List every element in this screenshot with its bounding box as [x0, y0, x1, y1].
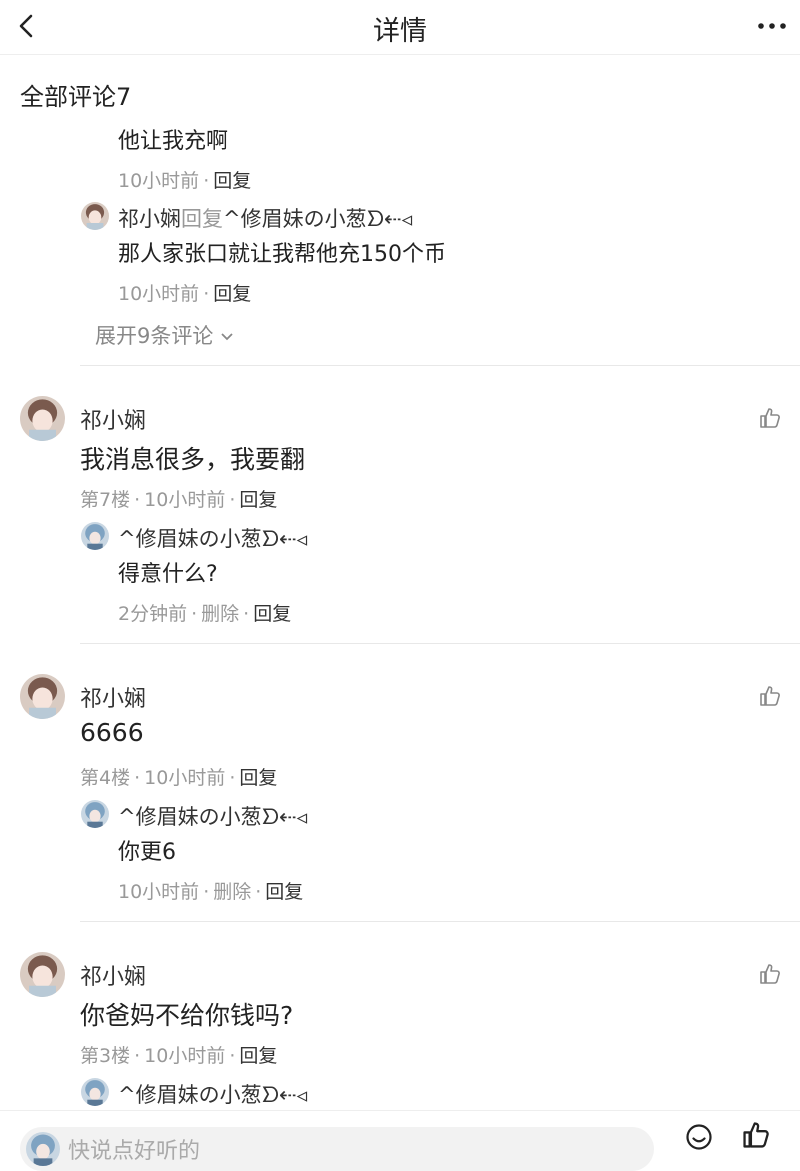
expand-label: 展开9条评论 — [95, 324, 214, 348]
comment-text: 我消息很多，我要翻 — [80, 445, 306, 474]
reply-username[interactable]: ^修眉妹の小葱ᗤ⇠◃ — [118, 1079, 307, 1109]
reply-username[interactable]: ^修眉妹の小葱ᗤ⇠◃ — [118, 523, 307, 553]
top-nav-bar: 详情 — [0, 0, 800, 55]
reply-meta: 10小时前 · 回复 — [118, 283, 252, 305]
reply-button[interactable]: 回复 — [253, 603, 291, 625]
comment-time: 10小时前 — [144, 767, 226, 789]
reply-button[interactable]: 回复 — [239, 767, 277, 789]
reply-text: 得意什么? — [118, 562, 218, 587]
thumbs-up-icon[interactable] — [759, 407, 781, 429]
comment-text: 6666 — [80, 718, 144, 747]
comments-count-title: 全部评论7 — [20, 83, 132, 111]
more-dots-icon[interactable] — [756, 20, 788, 32]
comment-meta: 第4楼 · 10小时前 · 回复 — [80, 767, 278, 789]
thumbs-up-icon[interactable] — [742, 1121, 770, 1149]
comment-username[interactable]: 祁小娴 — [80, 681, 146, 713]
reply-button[interactable]: 回复 — [213, 170, 251, 192]
avatar — [26, 1132, 60, 1166]
reply-meta: 2分钟前 · 删除 · 回复 — [118, 603, 292, 625]
reply-time: 10小时前 — [118, 283, 200, 305]
comment-time: 10小时前 — [144, 489, 226, 511]
reply-text: 你更6 — [118, 840, 176, 865]
reply-button[interactable]: 回复 — [239, 1045, 277, 1067]
reply-username[interactable]: ^修眉妹の小葱ᗤ⇠◃ — [118, 801, 307, 831]
reply-username[interactable]: 祁小娴 — [118, 207, 181, 231]
floor-number: 第3楼 — [80, 1045, 131, 1067]
reply-button[interactable]: 回复 — [213, 283, 251, 305]
divider — [80, 921, 800, 922]
delete-button[interactable]: 删除 — [201, 603, 239, 625]
thumbs-up-icon[interactable] — [759, 963, 781, 985]
reply-time: 2分钟前 — [118, 603, 188, 625]
comment-text: 你爸妈不给你钱吗? — [80, 1001, 294, 1030]
avatar[interactable] — [20, 952, 65, 997]
reply-button[interactable]: 回复 — [265, 881, 303, 903]
avatar[interactable] — [20, 396, 65, 441]
reply-verb: 回复 — [181, 207, 223, 231]
reply-target-username[interactable]: ^修眉妹の小葱ᗤ⇠◃ — [223, 207, 412, 231]
reply-header: 祁小娴回复^修眉妹の小葱ᗤ⇠◃ — [118, 203, 412, 233]
emoji-icon[interactable] — [685, 1123, 713, 1151]
reply-button[interactable]: 回复 — [239, 489, 277, 511]
comment-meta: 第7楼 · 10小时前 · 回复 — [80, 489, 278, 511]
floor-number: 第4楼 — [80, 767, 131, 789]
avatar[interactable] — [81, 522, 109, 550]
page-title: 详情 — [373, 16, 427, 47]
reply-time: 10小时前 — [118, 881, 200, 903]
comment-input-placeholder: 快说点好听的 — [68, 1139, 201, 1164]
floor-number: 第7楼 — [80, 489, 131, 511]
reply-meta: 10小时前 · 回复 — [118, 170, 252, 192]
expand-replies-button[interactable]: 展开9条评论 — [95, 320, 234, 350]
avatar[interactable] — [81, 202, 109, 230]
divider — [80, 365, 800, 366]
comment-input-bar: 快说点好听的 — [0, 1110, 800, 1171]
comment-input[interactable]: 快说点好听的 — [20, 1127, 654, 1171]
delete-button[interactable]: 删除 — [213, 881, 251, 903]
avatar[interactable] — [81, 800, 109, 828]
avatar[interactable] — [20, 674, 65, 719]
thumbs-up-icon[interactable] — [759, 685, 781, 707]
comment-username[interactable]: 祁小娴 — [80, 959, 146, 991]
reply-time: 10小时前 — [118, 170, 200, 192]
comment-meta: 第3楼 · 10小时前 · 回复 — [80, 1045, 278, 1067]
divider — [80, 643, 800, 644]
reply-meta: 10小时前 · 删除 · 回复 — [118, 881, 304, 903]
chevron-down-icon — [221, 333, 233, 341]
reply-text: 那人家张口就让我帮他充150个币 — [118, 242, 446, 267]
avatar[interactable] — [81, 1078, 109, 1106]
reply-text: 他让我充啊 — [118, 129, 229, 154]
comment-time: 10小时前 — [144, 1045, 226, 1067]
comment-username[interactable]: 祁小娴 — [80, 403, 146, 435]
